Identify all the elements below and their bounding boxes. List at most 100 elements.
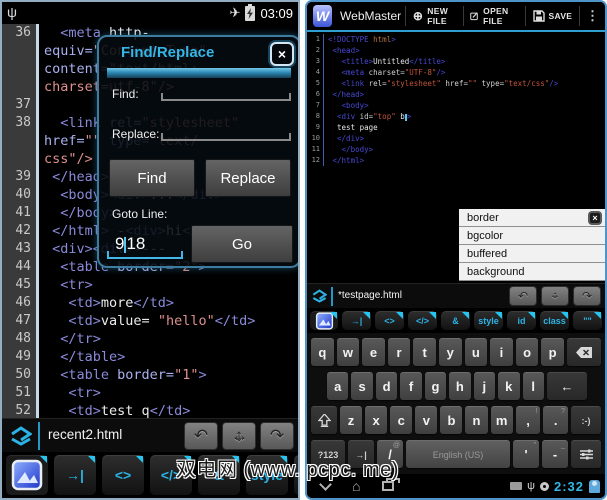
- snippet-button-3[interactable]: </>: [407, 310, 438, 331]
- find-button[interactable]: Find: [109, 159, 195, 197]
- key-n[interactable]: n: [465, 406, 487, 434]
- undo-button[interactable]: ↶: [509, 286, 537, 306]
- key-m[interactable]: m: [491, 406, 513, 434]
- line-number: 42: [2, 222, 39, 240]
- dialog-title: Find/Replace: [121, 44, 214, 61]
- snippet-button-6[interactable]: id: [506, 310, 537, 331]
- line-number: 3: [307, 56, 324, 67]
- key-k[interactable]: k: [498, 372, 519, 400]
- key-j[interactable]: j: [474, 372, 495, 400]
- key-c[interactable]: c: [390, 406, 412, 434]
- go-button[interactable]: Go: [191, 225, 293, 263]
- snippet-button-2[interactable]: <>: [374, 310, 405, 331]
- keyboard-toggle-button[interactable]: [309, 310, 339, 331]
- code-line: 4 <meta charset="UTF-8"/>: [307, 67, 605, 78]
- key-shift[interactable]: [311, 406, 337, 434]
- snippet-button-8[interactable]: "": [572, 310, 603, 331]
- key-z[interactable]: z: [340, 406, 362, 434]
- key-u[interactable]: u: [465, 338, 488, 366]
- key-enter[interactable]: ←: [547, 372, 587, 400]
- pan-button[interactable]: ↔↕: [222, 422, 256, 450]
- snippet-button-5[interactable]: style: [473, 310, 504, 331]
- key-comma[interactable]: ,!: [516, 406, 541, 434]
- left-screenshot-editor-app: ψ ✈ 03:09 36 <meta http-equiv="Content-T…: [0, 0, 300, 500]
- find-input[interactable]: [161, 81, 291, 101]
- snippet-button-2[interactable]: <>: [101, 454, 145, 496]
- key-period[interactable]: .?: [543, 406, 568, 434]
- key-b[interactable]: b: [440, 406, 462, 434]
- key-i[interactable]: i: [490, 338, 513, 366]
- autocomplete-item-1[interactable]: border: [459, 209, 605, 227]
- key-d[interactable]: d: [376, 372, 397, 400]
- plus-circle-icon: ⊕: [413, 9, 423, 23]
- key-t[interactable]: t: [413, 338, 436, 366]
- key-y[interactable]: y: [439, 338, 462, 366]
- code-text: <div id="top" b>: [324, 111, 411, 122]
- pan-button[interactable]: ↔↕: [541, 286, 569, 306]
- dialog-close-icon[interactable]: ×: [270, 42, 294, 66]
- save-button[interactable]: SAVE: [530, 10, 576, 22]
- line-number: [2, 132, 39, 150]
- key-s[interactable]: s: [351, 372, 372, 400]
- key-e[interactable]: e: [362, 338, 385, 366]
- pan-arrows-icon: ↔↕: [231, 428, 247, 444]
- current-filename: recent2.html: [48, 427, 122, 442]
- nav-clock[interactable]: 2:32: [554, 479, 584, 494]
- right-screenshot-webmaster-app: W WebMaster ⊕NEW FILE OPEN FILE SAVE ⋮ 1…: [305, 0, 607, 500]
- key-x[interactable]: x: [365, 406, 387, 434]
- key-v[interactable]: v: [415, 406, 437, 434]
- key-space[interactable]: English (US): [406, 440, 510, 468]
- snippet-button-7[interactable]: class: [539, 310, 570, 331]
- key-a[interactable]: a: [327, 372, 348, 400]
- code-text: </head>: [324, 89, 364, 100]
- current-filename: *testpage.html: [338, 290, 402, 301]
- snippet-button-1[interactable]: →|: [53, 454, 97, 496]
- undo-button[interactable]: ↶: [184, 422, 218, 450]
- autocomplete-close-icon[interactable]: ×: [588, 211, 602, 225]
- key-apostrophe[interactable]: '": [513, 440, 539, 468]
- key-f[interactable]: f: [400, 372, 421, 400]
- snippet-button-4[interactable]: &: [440, 310, 471, 331]
- code-line: 12 </html>: [307, 155, 605, 166]
- key-l[interactable]: l: [523, 372, 544, 400]
- redo-button[interactable]: ↷: [573, 286, 601, 306]
- divider: [331, 287, 333, 306]
- goto-line-input[interactable]: 918: [107, 225, 183, 259]
- keyboard-toggle-button[interactable]: [5, 454, 49, 496]
- key-input-options[interactable]: [571, 440, 601, 468]
- recent-apps-icon[interactable]: [382, 481, 394, 491]
- key-g[interactable]: g: [425, 372, 446, 400]
- overflow-menu-icon[interactable]: ⋮: [584, 8, 605, 24]
- key-r[interactable]: r: [388, 338, 411, 366]
- open-file-icon: [470, 10, 479, 22]
- replace-input[interactable]: [161, 121, 291, 141]
- code-text: <meta charset="UTF-8"/>: [324, 67, 445, 78]
- autocomplete-item-4[interactable]: background: [459, 263, 605, 281]
- key-o[interactable]: o: [516, 338, 539, 366]
- key-h[interactable]: h: [449, 372, 470, 400]
- autocomplete-item-3[interactable]: buffered: [459, 245, 605, 263]
- code-line: 1<!DOCTYPE html>: [307, 34, 605, 45]
- key-p[interactable]: p: [541, 338, 564, 366]
- code-text: <link rel="stylesheet" href="" type="tex…: [324, 78, 558, 89]
- open-file-button[interactable]: OPEN FILE: [467, 6, 520, 26]
- file-switcher-icon[interactable]: [312, 289, 327, 303]
- autocomplete-item-2[interactable]: bgcolor: [459, 227, 605, 245]
- find-replace-dialog: × Find/Replace Find: Replace: Find Repla…: [97, 35, 300, 268]
- key-dash[interactable]: -_: [542, 440, 568, 468]
- key-backspace[interactable]: [567, 338, 601, 366]
- stage: ψ ✈ 03:09 36 <meta http-equiv="Content-T…: [0, 0, 607, 500]
- code-text: [39, 96, 44, 114]
- key-smiley[interactable]: :-): [571, 406, 601, 434]
- snippet-button-1[interactable]: →|: [341, 310, 372, 331]
- key-q[interactable]: q: [311, 338, 334, 366]
- key-w[interactable]: w: [337, 338, 360, 366]
- file-switcher-icon[interactable]: [10, 426, 32, 446]
- redo-button[interactable]: ↷: [260, 422, 294, 450]
- code-line: 47 <td>value= "hello"</td>: [2, 312, 298, 330]
- replace-button[interactable]: Replace: [205, 159, 291, 197]
- line-number: 45: [2, 276, 39, 294]
- new-file-button[interactable]: ⊕NEW FILE: [410, 6, 459, 26]
- code-line: 3 <title>Untitled</title>: [307, 56, 605, 67]
- right-code-editor[interactable]: 1<!DOCTYPE html>2 <head>3 <title>Untitle…: [307, 34, 605, 168]
